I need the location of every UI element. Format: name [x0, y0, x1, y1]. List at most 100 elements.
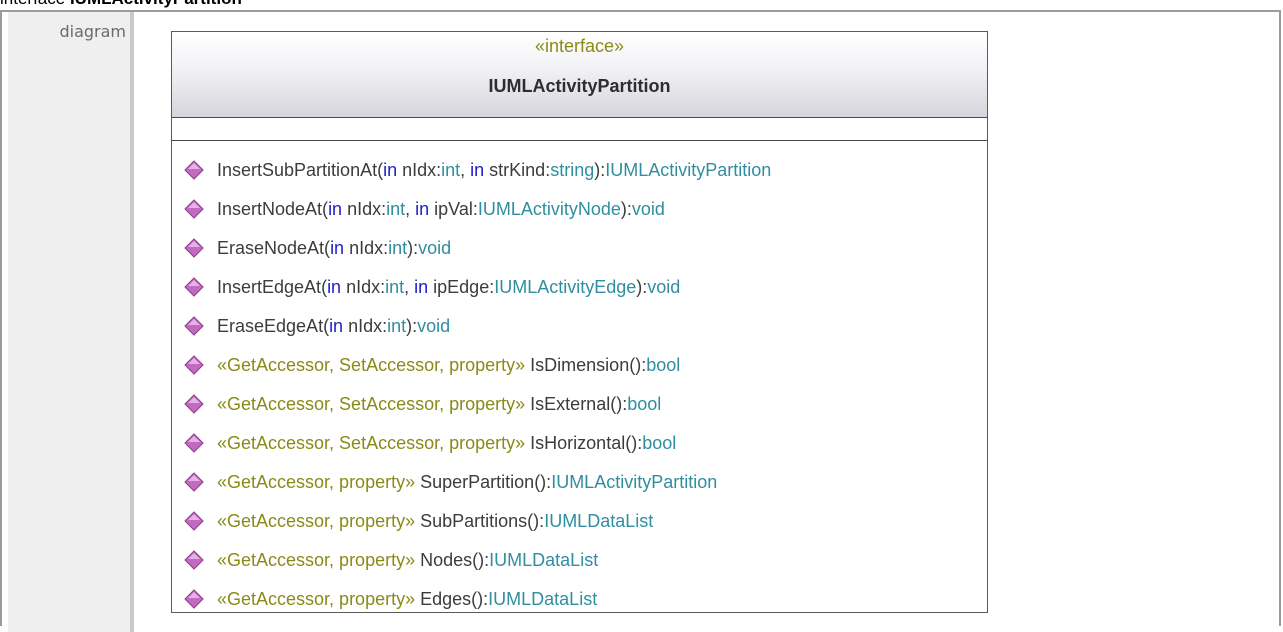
signature-part: Edges():: [420, 589, 489, 609]
operation-signature: «GetAccessor, SetAccessor, property» IsE…: [217, 391, 661, 417]
signature-part: int: [387, 316, 407, 336]
uml-class-box[interactable]: «interface» IUMLActivityPartition Insert…: [171, 31, 988, 613]
signature-part: string: [550, 160, 595, 180]
signature-part: in: [329, 316, 344, 336]
operation-signature: «GetAccessor, SetAccessor, property» IsH…: [217, 430, 676, 456]
operation-signature: «GetAccessor, property» Nodes():IUMLData…: [217, 547, 598, 573]
signature-part: ):: [620, 199, 632, 219]
signature-part: EraseNodeAt(: [217, 238, 331, 258]
operation-diamond-icon: [184, 316, 204, 336]
signature-part: int: [386, 199, 406, 219]
operation-signature: EraseEdgeAt(in nIdx:int):void: [217, 313, 450, 339]
signature-part: in: [327, 277, 342, 297]
uml-operation[interactable]: «GetAccessor, property» Nodes():IUMLData…: [184, 547, 771, 586]
signature-part: in: [415, 199, 430, 219]
signature-part: strKind:: [484, 160, 551, 180]
uml-operation[interactable]: «GetAccessor, SetAccessor, property» IsE…: [184, 391, 771, 430]
signature-part: ):: [594, 160, 606, 180]
signature-part: void: [417, 316, 451, 336]
signature-part: ipVal:: [429, 199, 478, 219]
operation-stereotype: «GetAccessor, property»: [217, 589, 416, 609]
signature-part: nIdx:: [397, 160, 442, 180]
signature-part: nIdx:: [341, 277, 386, 297]
uml-operation[interactable]: InsertNodeAt(in nIdx:int, in ipVal:IUMLA…: [184, 196, 771, 235]
signature-part: ,: [460, 160, 471, 180]
signature-part: IUMLActivityPartition: [551, 472, 718, 492]
signature-part: nIdx:: [342, 199, 387, 219]
operation-diamond-icon: [184, 394, 204, 414]
operation-diamond-icon: [184, 550, 204, 570]
diagram-label-cell: diagram: [8, 12, 134, 632]
signature-part: in: [383, 160, 398, 180]
signature-part: bool: [627, 394, 662, 414]
signature-part: void: [631, 199, 665, 219]
operation-diamond-icon: [184, 511, 204, 531]
signature-part: IUMLActivityNode: [477, 199, 621, 219]
signature-part: ):: [406, 316, 418, 336]
signature-part: IUMLDataList: [488, 589, 598, 609]
uml-stereotype: «interface»: [534, 36, 625, 56]
uml-class-name: IUMLActivityPartition: [488, 76, 671, 96]
uml-class-header: «interface» IUMLActivityPartition: [172, 32, 987, 118]
signature-part: IUMLDataList: [544, 511, 654, 531]
operation-diamond-icon: [184, 238, 204, 258]
uml-operations-list: InsertSubPartitionAt(in nIdx:int, in str…: [184, 157, 771, 625]
signature-part: ):: [407, 238, 419, 258]
signature-part: EraseEdgeAt(: [217, 316, 330, 336]
signature-part: IUMLActivityPartition: [605, 160, 772, 180]
signature-part: void: [647, 277, 681, 297]
operation-diamond-icon: [184, 199, 204, 219]
operation-signature: «GetAccessor, property» Edges():IUMLData…: [217, 586, 597, 612]
uml-operation[interactable]: «GetAccessor, property» SuperPartition()…: [184, 469, 771, 508]
signature-part: int: [441, 160, 461, 180]
signature-part: in: [414, 277, 429, 297]
uml-operation[interactable]: InsertEdgeAt(in nIdx:int, in ipEdge:IUML…: [184, 274, 771, 313]
operation-signature: InsertSubPartitionAt(in nIdx:int, in str…: [217, 157, 771, 183]
operation-diamond-icon: [184, 160, 204, 180]
signature-part: in: [470, 160, 485, 180]
signature-part: SubPartitions():: [420, 511, 545, 531]
uml-operation[interactable]: «GetAccessor, property» SubPartitions():…: [184, 508, 771, 547]
operation-stereotype: «GetAccessor, property»: [217, 550, 416, 570]
signature-part: int: [388, 238, 408, 258]
operation-stereotype: «GetAccessor, SetAccessor, property»: [217, 394, 526, 414]
signature-part: Nodes():: [420, 550, 490, 570]
signature-part: IUMLDataList: [489, 550, 599, 570]
uml-operation[interactable]: «GetAccessor, SetAccessor, property» IsD…: [184, 352, 771, 391]
heading-prefix: interface: [0, 0, 65, 8]
operation-signature: «GetAccessor, property» SubPartitions():…: [217, 508, 653, 534]
signature-part: SuperPartition():: [420, 472, 552, 492]
signature-part: ):: [636, 277, 648, 297]
uml-operation[interactable]: «GetAccessor, SetAccessor, property» IsH…: [184, 430, 771, 469]
operation-diamond-icon: [184, 277, 204, 297]
signature-part: IsExternal():: [530, 394, 628, 414]
operation-signature: InsertNodeAt(in nIdx:int, in ipVal:IUMLA…: [217, 196, 665, 222]
signature-part: void: [418, 238, 452, 258]
signature-part: IsHorizontal():: [530, 433, 643, 453]
operation-stereotype: «GetAccessor, property»: [217, 472, 416, 492]
uml-attributes-compartment: [172, 118, 987, 141]
uml-operation[interactable]: «GetAccessor, property» Edges():IUMLData…: [184, 586, 771, 625]
uml-operation[interactable]: EraseEdgeAt(in nIdx:int):void: [184, 313, 771, 352]
signature-part: bool: [642, 433, 677, 453]
heading-interface-name: IUMLActivityPartition: [70, 0, 242, 8]
operation-diamond-icon: [184, 433, 204, 453]
operation-signature: InsertEdgeAt(in nIdx:int, in ipEdge:IUML…: [217, 274, 680, 300]
operation-signature: EraseNodeAt(in nIdx:int):void: [217, 235, 451, 261]
operation-diamond-icon: [184, 589, 204, 609]
signature-part: InsertEdgeAt(: [217, 277, 328, 297]
signature-part: InsertNodeAt(: [217, 199, 329, 219]
page-heading: interface IUMLActivityPartition: [0, 0, 242, 10]
operation-diamond-icon: [184, 355, 204, 375]
signature-part: ipEdge:: [428, 277, 495, 297]
uml-operation[interactable]: EraseNodeAt(in nIdx:int):void: [184, 235, 771, 274]
diagram-label: diagram: [59, 22, 126, 41]
signature-part: nIdx:: [344, 238, 389, 258]
signature-part: ,: [404, 277, 415, 297]
signature-part: in: [330, 238, 345, 258]
signature-part: in: [328, 199, 343, 219]
signature-part: bool: [646, 355, 681, 375]
uml-operation[interactable]: InsertSubPartitionAt(in nIdx:int, in str…: [184, 157, 771, 196]
operation-signature: «GetAccessor, SetAccessor, property» IsD…: [217, 352, 680, 378]
signature-part: IUMLActivityEdge: [494, 277, 637, 297]
